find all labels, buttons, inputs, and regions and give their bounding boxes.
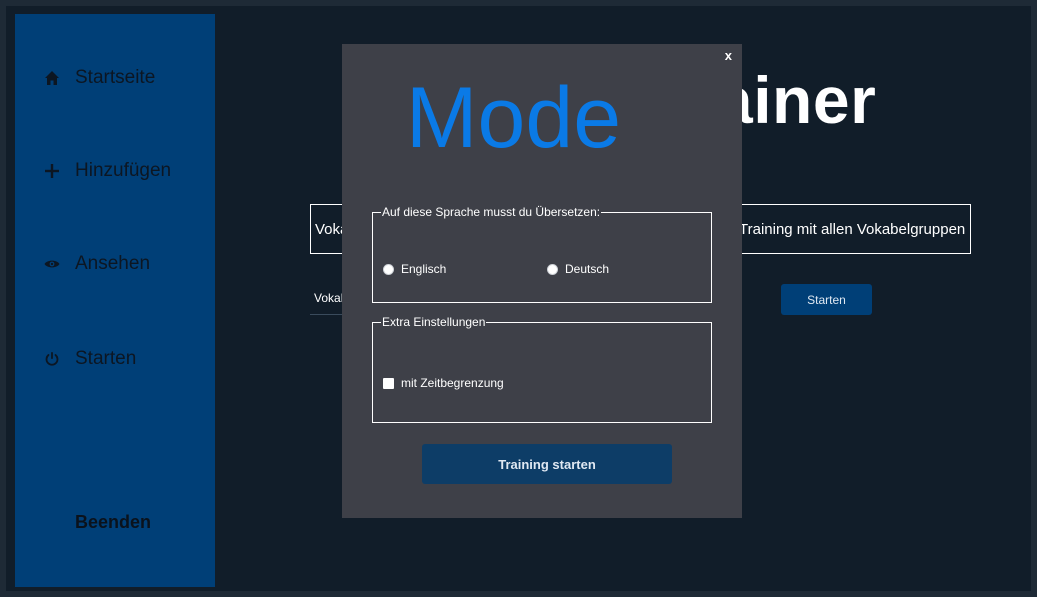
sidebar-item-ansehen[interactable]: Ansehen: [43, 249, 150, 279]
start-button[interactable]: Starten: [781, 284, 872, 315]
plus-icon: [43, 162, 61, 180]
eye-icon: [43, 255, 61, 273]
extra-settings-legend: Extra Einstellungen: [382, 315, 486, 329]
language-group-legend: Auf diese Sprache musst du Übersetzen:: [382, 205, 601, 219]
extra-settings-group: Extra Einstellungen mit Zeitbegrenzung: [372, 315, 712, 423]
radio-label: Englisch: [401, 262, 447, 276]
language-group: Auf diese Sprache musst du Übersetzen: E…: [372, 205, 712, 303]
checkbox-label: mit Zeitbegrenzung: [401, 376, 504, 390]
radio-circle[interactable]: [383, 263, 394, 275]
sidebar: Startseite Hinzufügen Ansehen Starten Be…: [15, 14, 215, 587]
dialog-title: Mode: [405, 70, 622, 166]
home-icon: [43, 69, 61, 87]
sidebar-item-label: Startseite: [75, 67, 156, 88]
radio-label: Deutsch: [565, 262, 610, 276]
sidebar-item-starten[interactable]: Starten: [43, 344, 136, 374]
quit-button[interactable]: Beenden: [75, 512, 151, 533]
radio-deutsch[interactable]: Deutsch: [547, 262, 609, 276]
start-training-button[interactable]: Training starten: [422, 444, 672, 484]
sidebar-item-label: Hinzufügen: [75, 160, 172, 181]
all-groups-option-label: Training mit allen Vokabelgruppen: [739, 220, 966, 238]
mode-dialog: x Mode Auf diese Sprache musst du Überse…: [342, 44, 742, 518]
radio-englisch[interactable]: Englisch: [383, 262, 446, 276]
radio-circle[interactable]: [547, 263, 558, 275]
sidebar-item-startseite[interactable]: Startseite: [43, 63, 155, 93]
all-groups-option[interactable]: Training mit allen Vokabelgruppen: [720, 204, 971, 254]
vocab-group-label: Vokal: [314, 291, 344, 305]
sidebar-item-label: Starten: [75, 348, 137, 369]
power-icon: [43, 350, 61, 368]
time-limit-checkbox[interactable]: mit Zeitbegrenzung: [383, 376, 504, 390]
sidebar-item-label: Ansehen: [75, 253, 151, 274]
checkbox-box[interactable]: [383, 377, 394, 389]
sidebar-item-hinzufuegen[interactable]: Hinzufügen: [43, 156, 171, 186]
close-icon[interactable]: x: [725, 48, 732, 63]
